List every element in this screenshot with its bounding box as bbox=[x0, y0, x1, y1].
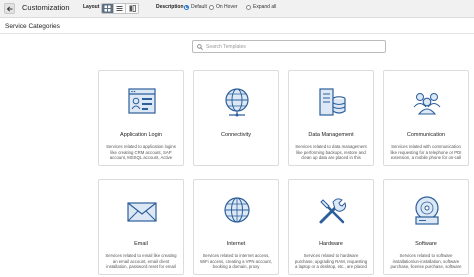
section-title: Service Categories bbox=[5, 23, 60, 30]
layout-list-button[interactable] bbox=[114, 4, 126, 13]
search-icon bbox=[197, 43, 203, 50]
radio-label: On Hover bbox=[216, 4, 238, 10]
description-default-radio[interactable]: Default bbox=[184, 4, 207, 10]
category-description: Services related to email like creating … bbox=[105, 253, 177, 270]
illustration bbox=[99, 85, 183, 119]
category-card-hardware[interactable]: Hardware Services related to hardware pu… bbox=[288, 179, 374, 275]
illustration bbox=[384, 194, 468, 228]
top-bar: Customization Layout Description Default… bbox=[0, 0, 474, 18]
category-description: Services related to hardware purchase, u… bbox=[294, 253, 368, 270]
radio-dot bbox=[209, 4, 214, 10]
category-name: Data Management bbox=[308, 132, 354, 138]
tools-icon bbox=[319, 198, 346, 224]
people-group-icon bbox=[413, 93, 441, 115]
server-database-icon bbox=[319, 88, 346, 116]
category-card-communication[interactable]: Communication Services related with comm… bbox=[383, 70, 469, 166]
description-label: Description bbox=[156, 4, 184, 10]
globe-icon bbox=[224, 197, 250, 223]
application-window-icon bbox=[128, 88, 156, 114]
radio-label: Default bbox=[191, 4, 207, 10]
category-name: Application Login bbox=[120, 132, 162, 138]
category-name: Connectivity bbox=[221, 132, 251, 138]
description-on-hover-radio[interactable]: On Hover bbox=[209, 4, 237, 10]
category-card-data-management[interactable]: Data Management Services related to data… bbox=[288, 70, 374, 166]
radio-dot bbox=[184, 4, 189, 10]
illustration bbox=[289, 85, 373, 119]
layout-toggle bbox=[101, 3, 139, 14]
back-button[interactable] bbox=[4, 3, 15, 14]
layout-label: Layout bbox=[83, 4, 100, 10]
grid-icon bbox=[104, 5, 111, 12]
category-name: Communication bbox=[406, 132, 446, 138]
category-description: Services related to internet access, WiF… bbox=[200, 253, 272, 270]
illustration bbox=[194, 194, 278, 228]
category-name: Internet bbox=[226, 241, 246, 247]
description-expand-all-radio[interactable]: Expand all bbox=[246, 4, 276, 10]
divider bbox=[0, 33, 474, 34]
category-description: Services related to data management like… bbox=[295, 144, 367, 161]
list-icon bbox=[116, 6, 123, 11]
search-box[interactable] bbox=[192, 40, 386, 53]
category-name: Software bbox=[415, 241, 437, 247]
layout-split-button[interactable] bbox=[126, 4, 138, 13]
category-name: Email bbox=[134, 241, 148, 247]
category-card-software[interactable]: Software Services related to software in… bbox=[383, 179, 469, 275]
split-view-icon bbox=[129, 5, 136, 12]
illustration bbox=[289, 194, 373, 228]
category-card-internet[interactable]: Internet Services related to internet ac… bbox=[193, 179, 279, 275]
arrow-left-icon bbox=[6, 6, 13, 12]
radio-dot bbox=[246, 4, 251, 10]
illustration bbox=[194, 85, 278, 119]
radio-label: Expand all bbox=[253, 4, 277, 10]
layout-grid-button[interactable] bbox=[102, 4, 114, 13]
search-input[interactable] bbox=[206, 43, 376, 50]
disc-software-icon bbox=[415, 196, 439, 225]
envelope-icon bbox=[127, 202, 157, 222]
globe-network-icon bbox=[225, 88, 249, 117]
illustration bbox=[384, 85, 468, 119]
category-grid: Application Login Services related to ap… bbox=[98, 70, 474, 277]
illustration bbox=[99, 194, 183, 228]
category-card-connectivity[interactable]: Connectivity bbox=[193, 70, 279, 166]
page-title: Customization bbox=[22, 3, 70, 12]
category-description: Services related with communication like… bbox=[390, 144, 462, 161]
category-card-application-login[interactable]: Application Login Services related to ap… bbox=[98, 70, 184, 166]
category-description: Services related to software installatio… bbox=[390, 253, 462, 270]
category-name: Hardware bbox=[319, 241, 343, 247]
category-card-email[interactable]: Email Services related to email like cre… bbox=[98, 179, 184, 275]
category-description: Services related to application logins l… bbox=[106, 144, 176, 161]
